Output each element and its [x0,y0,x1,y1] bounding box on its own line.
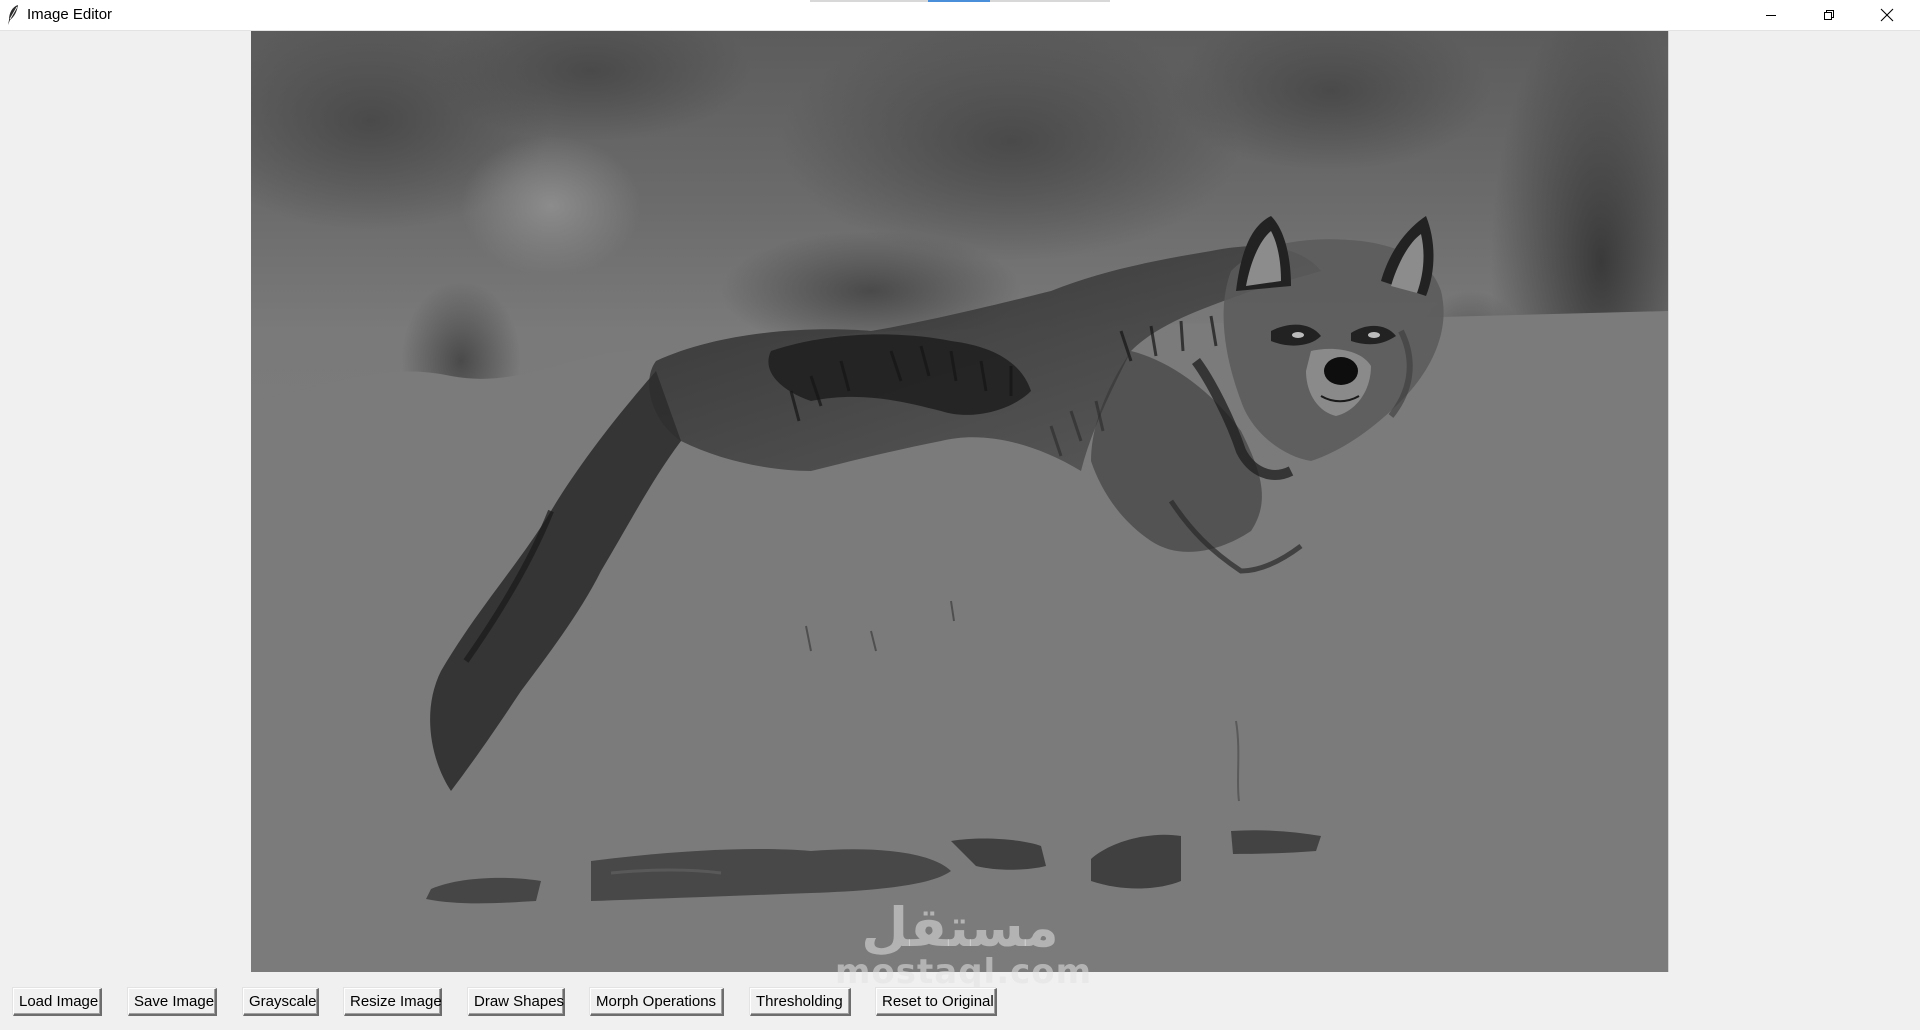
draw-shapes-button[interactable]: Draw Shapes [468,988,565,1016]
window-title: Image Editor [27,6,113,23]
image-canvas[interactable] [251,31,1669,972]
thresholding-button[interactable]: Thresholding [750,988,851,1016]
taskbar-hint [810,0,928,2]
resize-image-button[interactable]: Resize Image [344,988,442,1016]
maximize-button[interactable] [1800,0,1858,30]
load-image-button[interactable]: Load Image [13,988,102,1016]
taskbar-hint [990,0,1110,2]
reset-to-original-button[interactable]: Reset to Original [876,988,997,1016]
minimize-icon [1766,15,1776,16]
wolf-image [251,31,1668,972]
close-button[interactable] [1858,0,1916,30]
morph-operations-button[interactable]: Morph Operations [590,988,724,1016]
title-bar[interactable]: Image Editor [0,0,1920,31]
grayscale-button[interactable]: Grayscale [243,988,319,1016]
minimize-button[interactable] [1742,0,1800,30]
taskbar-hint-active [928,0,990,2]
toolbar: Load Image Save Image Grayscale Resize I… [0,985,1920,1016]
image-editor-window: Image Editor مستقل mostaql.com Load Imag… [0,0,1920,1030]
close-icon [1880,8,1894,22]
restore-icon [1824,10,1834,20]
feather-icon [8,5,18,25]
save-image-button[interactable]: Save Image [128,988,217,1016]
